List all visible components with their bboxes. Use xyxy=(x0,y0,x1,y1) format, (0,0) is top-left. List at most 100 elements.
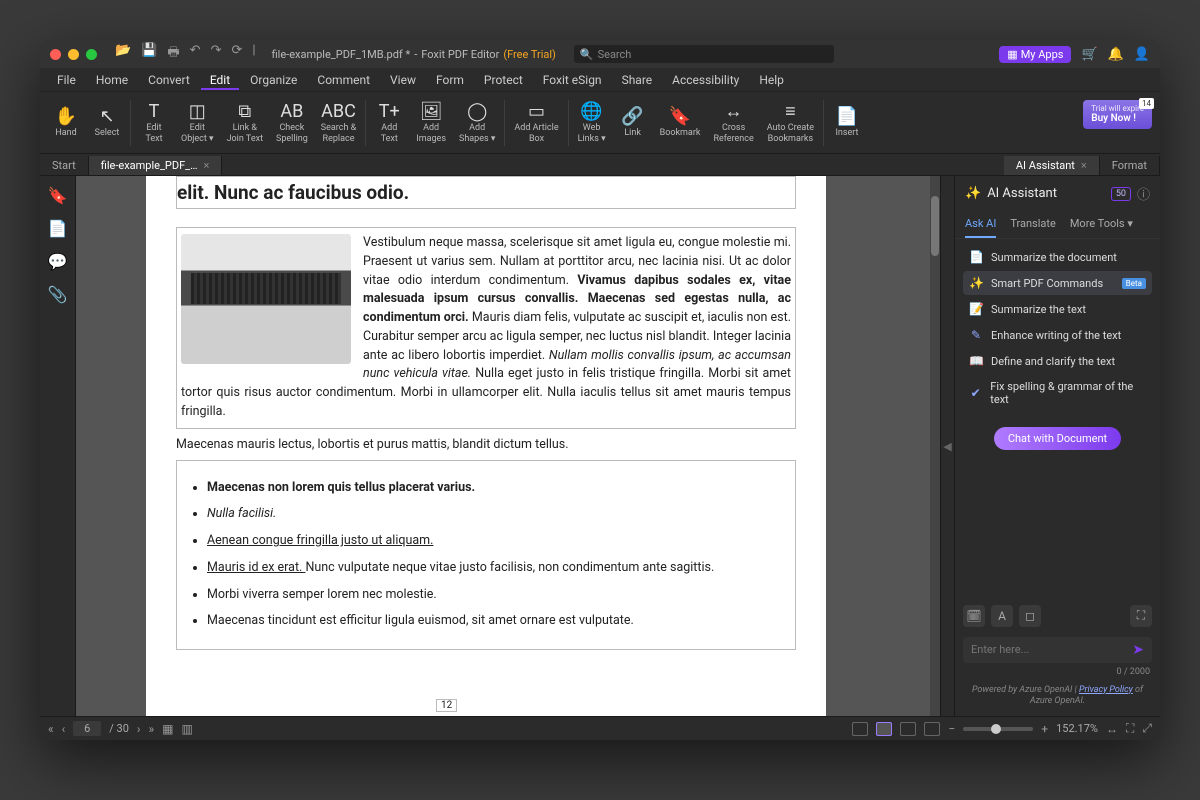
panel-collapse-handle[interactable]: ◀ xyxy=(940,176,954,716)
document-viewport[interactable]: elit. Nunc ac faucibus odio. Vestibulum … xyxy=(76,176,940,716)
ribbon-select[interactable]: ↖Select xyxy=(87,104,127,140)
ribbon-add[interactable]: T+AddText xyxy=(369,99,409,146)
ai-action-smart-pdf-commands[interactable]: ✨Smart PDF CommandsBeta xyxy=(963,271,1152,295)
ai-credits-badge[interactable]: 50 xyxy=(1111,187,1131,201)
menu-share[interactable]: Share xyxy=(613,70,662,90)
paragraph-block[interactable]: Vestibulum neque massa, scelerisque sit … xyxy=(176,227,796,429)
redo-icon[interactable]: ↷ xyxy=(211,43,222,65)
tool-icon-3[interactable]: ◻ xyxy=(1019,605,1041,627)
info-icon[interactable]: ⓘ xyxy=(1137,184,1150,203)
tool-icon-1[interactable]: 🗓 xyxy=(963,605,985,627)
ai-prompt-input[interactable]: ➤ xyxy=(963,637,1152,663)
close-window[interactable] xyxy=(50,49,61,60)
menu-file[interactable]: File xyxy=(48,70,85,90)
menu-comment[interactable]: Comment xyxy=(308,70,379,90)
zoom-thumb[interactable] xyxy=(991,724,1001,734)
fit-page-icon[interactable]: ⛶ xyxy=(1126,721,1134,736)
view-mode-4[interactable] xyxy=(924,722,940,736)
view-continuous-icon[interactable]: ▥ xyxy=(181,722,192,736)
menu-accessibility[interactable]: Accessibility xyxy=(663,70,748,90)
zoom-slider[interactable] xyxy=(963,727,1033,731)
ai-tab-ask-ai[interactable]: Ask AI xyxy=(965,211,996,238)
zoom-in-icon[interactable]: + xyxy=(1041,722,1048,736)
ribbon-add[interactable]: ◯AddShapes ▾ xyxy=(453,99,501,146)
ai-action-fix-spelling-grammar-of-the-text[interactable]: ✔Fix spelling & grammar of the text xyxy=(963,375,1152,411)
ribbon-web[interactable]: 🌐WebLinks ▾ xyxy=(572,99,612,146)
ai-action-enhance-writing-of-the-text[interactable]: ✎Enhance writing of the text xyxy=(963,323,1152,347)
pdf-page[interactable]: elit. Nunc ac faucibus odio. Vestibulum … xyxy=(146,176,826,716)
chat-with-document-button[interactable]: Chat with Document xyxy=(994,427,1121,450)
menu-convert[interactable]: Convert xyxy=(139,70,199,90)
ribbon-insert[interactable]: 📄Insert xyxy=(827,104,867,140)
scroll-thumb[interactable] xyxy=(931,196,939,256)
ribbon-edit[interactable]: TEditText xyxy=(134,99,174,146)
ribbon-cross[interactable]: ↔CrossReference xyxy=(707,99,759,146)
ai-tab-translate[interactable]: Translate xyxy=(1010,211,1056,238)
undo-icon[interactable]: ↶ xyxy=(190,43,201,65)
fit-width-icon[interactable]: ↔ xyxy=(1106,722,1118,736)
buy-now-button[interactable]: Trial will expire Buy Now ! 14 xyxy=(1083,100,1152,129)
first-page-icon[interactable]: « xyxy=(48,722,54,736)
view-mode-1[interactable] xyxy=(852,722,868,736)
tab-ai-assistant[interactable]: AI Assistant × xyxy=(1004,156,1100,175)
zoom-value[interactable]: 152.17% xyxy=(1056,722,1098,735)
ribbon-link[interactable]: 🔗Link xyxy=(613,104,653,140)
ribbon-link-[interactable]: ⧉Link &Join Text xyxy=(221,99,269,146)
tool-icon-2[interactable]: A xyxy=(991,605,1013,627)
menu-edit[interactable]: Edit xyxy=(201,70,239,90)
user-avatar[interactable]: 👤 xyxy=(1134,47,1150,62)
menu-help[interactable]: Help xyxy=(750,70,793,90)
menu-protect[interactable]: Protect xyxy=(475,70,532,90)
list-item[interactable]: Nulla facilisi. xyxy=(207,505,785,524)
menu-view[interactable]: View xyxy=(381,70,425,90)
refresh-icon[interactable]: ⟳ xyxy=(231,43,242,65)
ai-prompt-field[interactable] xyxy=(971,643,1132,656)
close-icon[interactable]: × xyxy=(1081,159,1087,172)
ribbon-search-[interactable]: ABCSearch &Replace xyxy=(315,99,362,146)
fullscreen-icon[interactable]: ⤢ xyxy=(1142,721,1152,736)
list-item[interactable]: Morbi viverra semper lorem nec molestie. xyxy=(207,586,785,605)
global-search[interactable]: 🔍 Search xyxy=(574,45,834,63)
zoom-out-icon[interactable]: − xyxy=(948,722,955,736)
save-icon[interactable]: 💾 xyxy=(141,43,157,65)
ribbon-hand[interactable]: ✋Hand xyxy=(46,104,86,140)
ai-action-define-and-clarify-the-text[interactable]: 📖Define and clarify the text xyxy=(963,349,1152,373)
ribbon-add-article[interactable]: ▭Add ArticleBox xyxy=(508,99,564,146)
ribbon-check[interactable]: ABCheckSpelling xyxy=(270,99,314,146)
ai-tab-more-tools-[interactable]: More Tools ▾ xyxy=(1070,211,1133,238)
tool-icon-expand[interactable]: ⛶ xyxy=(1130,605,1152,627)
comments-icon[interactable]: 💬 xyxy=(48,252,68,271)
privacy-policy-link[interactable]: Privacy Policy xyxy=(1079,685,1133,695)
view-thumb-icon[interactable]: ▦ xyxy=(162,722,173,736)
tab-document[interactable]: file-example_PDF_… × xyxy=(89,156,223,175)
view-mode-2[interactable] xyxy=(876,722,892,736)
menu-form[interactable]: Form xyxy=(427,70,473,90)
inline-image[interactable] xyxy=(181,234,351,364)
last-page-icon[interactable]: » xyxy=(149,722,155,736)
pages-icon[interactable]: 📄 xyxy=(48,219,68,238)
list-item[interactable]: Maecenas non lorem quis tellus placerat … xyxy=(207,479,785,498)
vertical-scrollbar[interactable] xyxy=(930,176,940,716)
close-icon[interactable]: × xyxy=(204,159,210,172)
page-number-box[interactable]: 12 xyxy=(436,699,457,712)
ribbon-auto-create[interactable]: ≡Auto CreateBookmarks xyxy=(761,99,820,146)
page-number-input[interactable]: 6 xyxy=(73,721,101,736)
next-page-icon[interactable]: › xyxy=(137,722,141,736)
my-apps-button[interactable]: ▦ My Apps xyxy=(999,46,1071,63)
sub-paragraph[interactable]: Maecenas mauris lectus, lobortis et puru… xyxy=(176,437,796,452)
print-icon[interactable]: 🖶 xyxy=(167,43,179,65)
ribbon-bookmark[interactable]: 🔖Bookmark xyxy=(654,104,707,140)
view-mode-3[interactable] xyxy=(900,722,916,736)
list-item[interactable]: Aenean congue fringilla justo ut aliquam… xyxy=(207,532,785,551)
cart-icon[interactable]: 🛒 xyxy=(1081,47,1097,62)
menu-organize[interactable]: Organize xyxy=(241,70,306,90)
bullet-list[interactable]: Maecenas non lorem quis tellus placerat … xyxy=(176,460,796,651)
bell-icon[interactable]: 🔔 xyxy=(1108,47,1124,62)
menu-foxit-esign[interactable]: Foxit eSign xyxy=(534,70,611,90)
list-item[interactable]: Maecenas tincidunt est efficitur ligula … xyxy=(207,612,785,631)
send-icon[interactable]: ➤ xyxy=(1132,642,1144,658)
menu-home[interactable]: Home xyxy=(87,70,137,90)
minimize-window[interactable] xyxy=(68,49,79,60)
open-icon[interactable]: 📂 xyxy=(115,43,131,65)
attachments-icon[interactable]: 📎 xyxy=(48,285,68,304)
